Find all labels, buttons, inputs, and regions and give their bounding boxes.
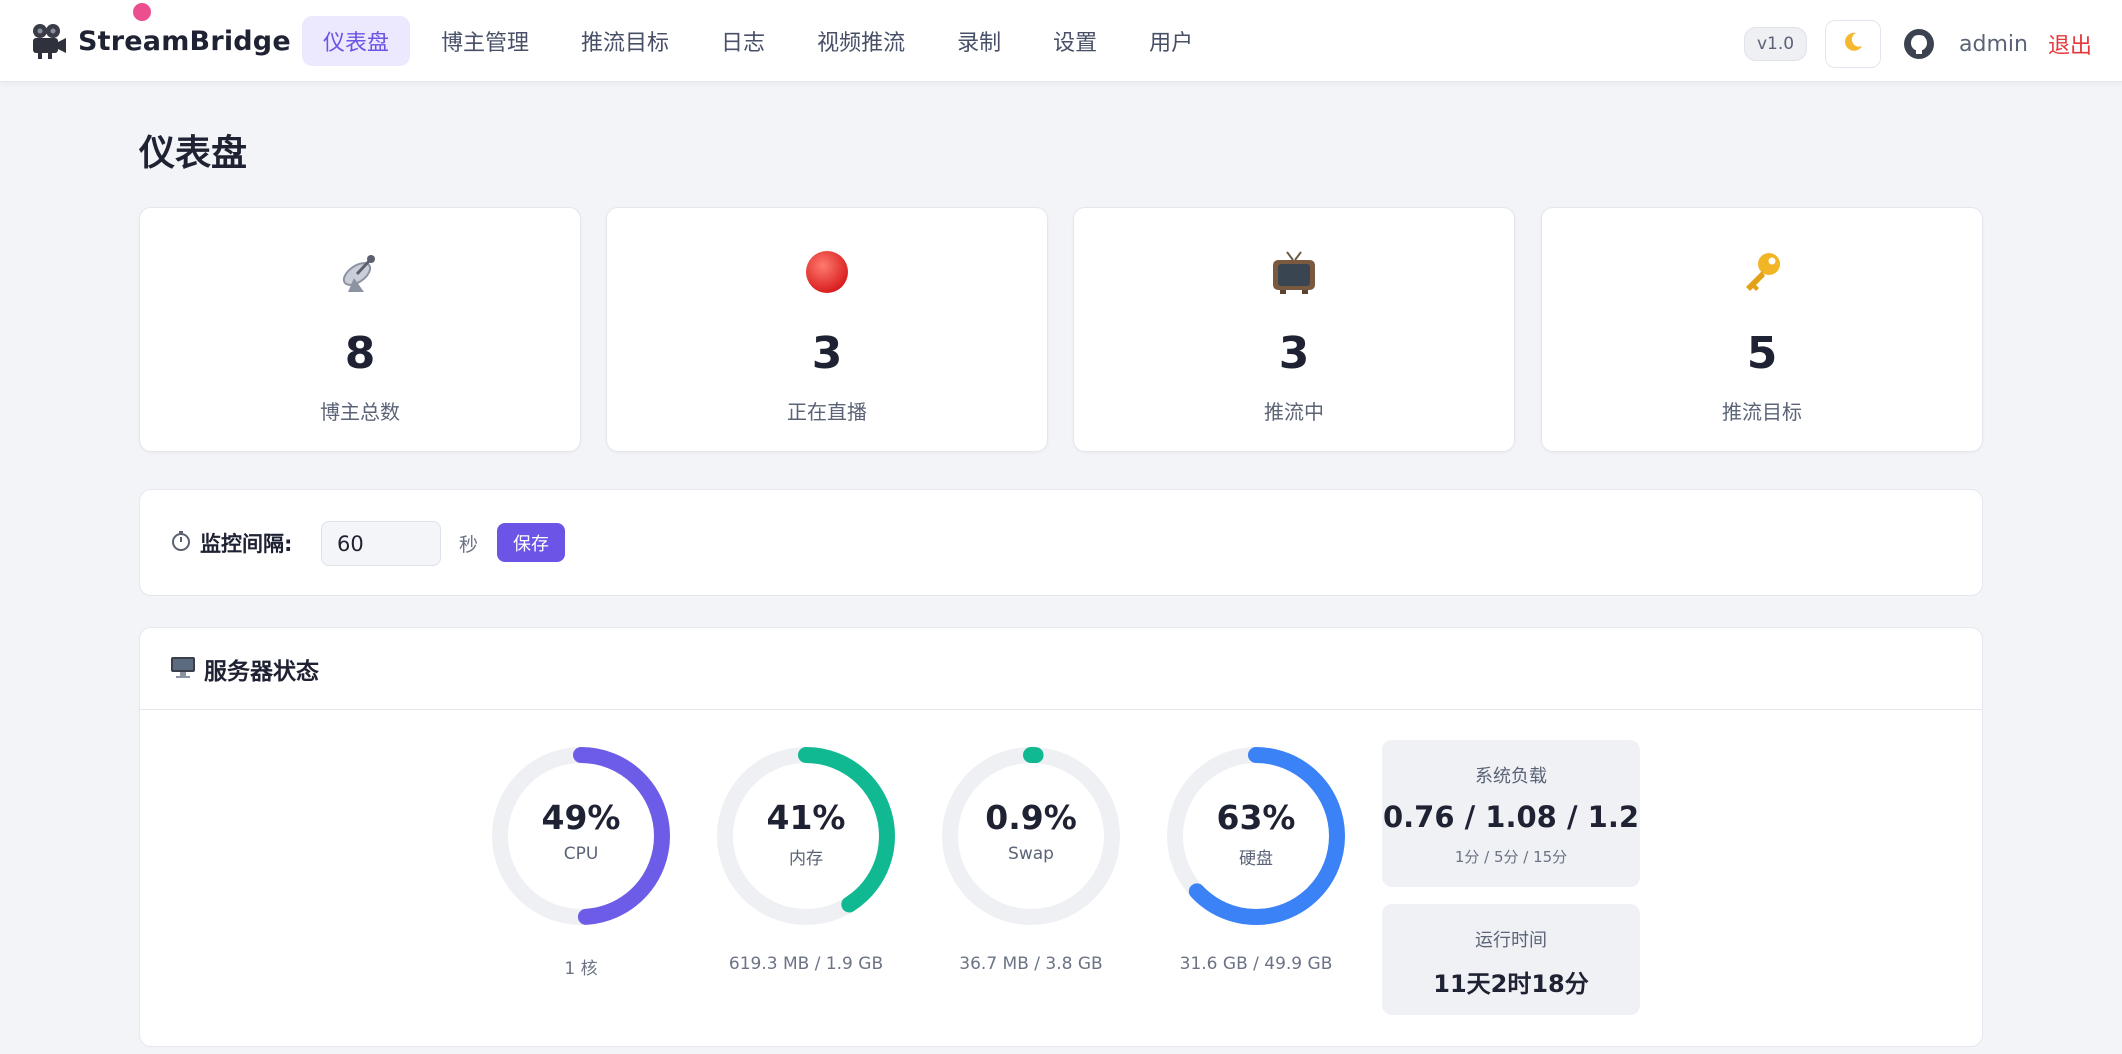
gauge-name: 内存 xyxy=(789,849,823,869)
gauge-name: 硬盘 xyxy=(1239,849,1273,869)
stat-value: 3 xyxy=(811,328,843,379)
gauge-disk: 63% 硬盘 31.6 GB / 49.9 GB xyxy=(1156,744,1356,974)
version-badge: v1.0 xyxy=(1743,27,1808,61)
server-status-card: 服务器状态 49% CPU 1 核 41% 内存 619.3 MB / 1.9 … xyxy=(139,627,1983,1047)
gauge-cpu: 49% CPU 1 核 xyxy=(481,744,681,979)
header-tools: v1.0 admin 退出 xyxy=(1743,20,2092,68)
stopwatch-icon xyxy=(170,530,192,557)
stat-value: 3 xyxy=(1278,328,1310,379)
github-icon[interactable] xyxy=(1903,28,1935,60)
page-title: 仪表盘 xyxy=(139,133,248,174)
nav-item-logs[interactable]: 日志 xyxy=(700,16,786,66)
nav-item-users[interactable]: 用户 xyxy=(1128,16,1214,66)
server-status-header: 服务器状态 xyxy=(140,628,1982,710)
save-button[interactable]: 保存 xyxy=(497,523,565,562)
stat-label: 正在直播 xyxy=(787,400,867,424)
uptime-box: 运行时间 11天2时18分 xyxy=(1382,904,1640,1015)
brand[interactable]: StreamBridge xyxy=(30,20,291,62)
nav-item-dashboard[interactable]: 仪表盘 xyxy=(302,16,411,66)
username: admin xyxy=(1959,31,2028,57)
television-icon xyxy=(1074,248,1514,296)
monitor-interval-label-group: 监控间隔: xyxy=(170,528,292,558)
stat-card-streaming: 3 推流中 xyxy=(1073,207,1515,452)
key-icon xyxy=(1542,248,1982,296)
gauge-detail: 31.6 GB / 49.9 GB xyxy=(1179,954,1333,974)
stat-label: 推流目标 xyxy=(1722,400,1802,424)
moon-icon xyxy=(1841,30,1865,58)
system-load-label: 系统负载 xyxy=(1475,766,1547,787)
gauge-value: 49% xyxy=(541,798,621,837)
main-nav: 仪表盘 博主管理 推流目标 日志 视频推流 录制 设置 用户 xyxy=(302,16,1224,66)
notification-dot xyxy=(133,3,151,21)
system-load-box: 系统负载 0.76 / 1.08 / 1.2 1分 / 5分 / 15分 xyxy=(1382,740,1640,887)
uptime-label: 运行时间 xyxy=(1475,930,1547,951)
gauge-memory: 41% 内存 619.3 MB / 1.9 GB xyxy=(706,744,906,974)
theme-toggle-button[interactable] xyxy=(1825,20,1882,68)
top-navbar: StreamBridge 仪表盘 博主管理 推流目标 日志 视频推流 录制 设置… xyxy=(0,0,2122,82)
gauge-value: 63% xyxy=(1216,798,1296,837)
stat-card-live: 3 正在直播 xyxy=(606,207,1048,452)
stat-value: 8 xyxy=(344,328,376,379)
stat-card-bloggers: 8 博主总数 xyxy=(139,207,581,452)
system-load-value: 0.76 / 1.08 / 1.2 xyxy=(1382,800,1640,834)
gauge-swap: 0.9% Swap 36.7 MB / 3.8 GB xyxy=(931,744,1131,974)
satellite-antenna-icon xyxy=(140,248,580,296)
stat-card-targets: 5 推流目标 xyxy=(1541,207,1983,452)
system-load-sub: 1分 / 5分 / 15分 xyxy=(1454,848,1568,866)
desktop-computer-icon xyxy=(170,655,196,683)
movie-camera-icon xyxy=(30,22,68,60)
monitor-interval-label: 监控间隔: xyxy=(200,532,293,556)
server-status-title: 服务器状态 xyxy=(204,658,319,685)
uptime-value: 11天2时18分 xyxy=(1433,970,1589,998)
app-name: StreamBridge xyxy=(78,25,291,57)
stat-label: 推流中 xyxy=(1264,400,1324,424)
red-circle-icon xyxy=(607,248,1047,296)
monitor-interval-input[interactable] xyxy=(321,521,441,566)
stat-label: 博主总数 xyxy=(320,400,400,424)
nav-item-targets[interactable]: 推流目标 xyxy=(560,16,690,66)
nav-item-bloggers[interactable]: 博主管理 xyxy=(420,16,550,66)
stat-value: 5 xyxy=(1746,328,1778,379)
nav-item-video-push[interactable]: 视频推流 xyxy=(796,16,926,66)
nav-item-settings[interactable]: 设置 xyxy=(1032,16,1118,66)
monitor-interval-card: 监控间隔: 秒 保存 xyxy=(139,489,1983,596)
interval-unit: 秒 xyxy=(459,534,479,556)
logout-link[interactable]: 退出 xyxy=(2048,28,2092,60)
gauge-value: 0.9% xyxy=(985,798,1077,837)
gauge-name: Swap xyxy=(1008,844,1054,864)
gauge-value: 41% xyxy=(766,798,846,837)
nav-item-recording[interactable]: 录制 xyxy=(936,16,1022,66)
gauge-name: CPU xyxy=(563,844,599,864)
